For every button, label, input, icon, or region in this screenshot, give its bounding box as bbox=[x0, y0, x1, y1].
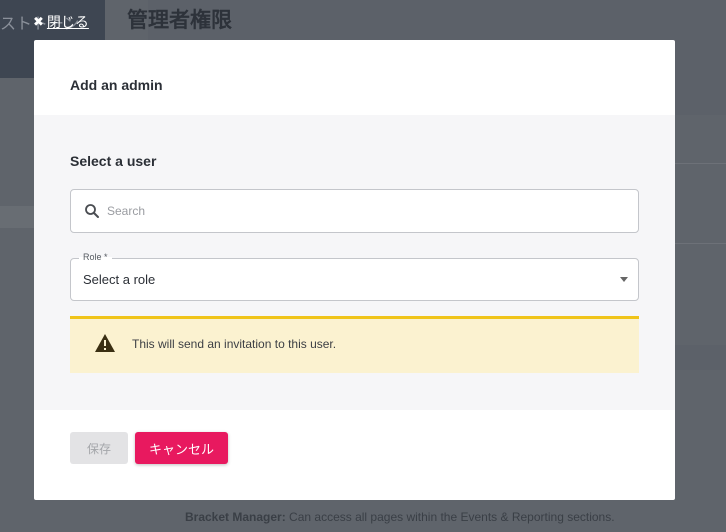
role-select[interactable]: Role * Select a role bbox=[70, 252, 639, 301]
background-page-title: 管理者権限 bbox=[127, 8, 232, 32]
invitation-warning: This will send an invitation to this use… bbox=[70, 316, 639, 373]
search-icon bbox=[85, 204, 99, 218]
save-button[interactable]: 保存 bbox=[70, 432, 128, 464]
caret-down-icon bbox=[620, 277, 628, 282]
background-footnote-bold: Bracket Manager: bbox=[185, 510, 286, 524]
modal-body: Select a user Role * Select a role This … bbox=[34, 115, 675, 410]
section-title: Select a user bbox=[70, 153, 157, 169]
background-footnote: Bracket Manager: Can access all pages wi… bbox=[185, 510, 615, 524]
background-divider bbox=[675, 243, 726, 244]
close-modal-link[interactable]: ✖ 閉じる bbox=[33, 12, 89, 32]
role-label: Role * bbox=[79, 252, 112, 262]
close-link-label: 閉じる bbox=[46, 15, 89, 31]
user-search-field[interactable] bbox=[70, 189, 639, 233]
modal-title: Add an admin bbox=[70, 77, 163, 93]
add-admin-modal: Add an admin Select a user Role * Select… bbox=[34, 40, 675, 500]
background-panel bbox=[675, 115, 726, 345]
role-selected-value: Select a role bbox=[83, 272, 156, 287]
cancel-button[interactable]: キャンセル bbox=[135, 432, 228, 464]
background-divider bbox=[675, 163, 726, 164]
modal-footer: 保存 キャンセル bbox=[34, 410, 675, 500]
close-icon: ✖ bbox=[33, 14, 44, 30]
modal-header: Add an admin bbox=[34, 40, 675, 115]
search-input[interactable] bbox=[107, 190, 627, 232]
background-footnote-text: Can access all pages within the Events &… bbox=[285, 510, 615, 524]
warning-icon bbox=[95, 334, 115, 352]
warning-text: This will send an invitation to this use… bbox=[132, 337, 337, 351]
